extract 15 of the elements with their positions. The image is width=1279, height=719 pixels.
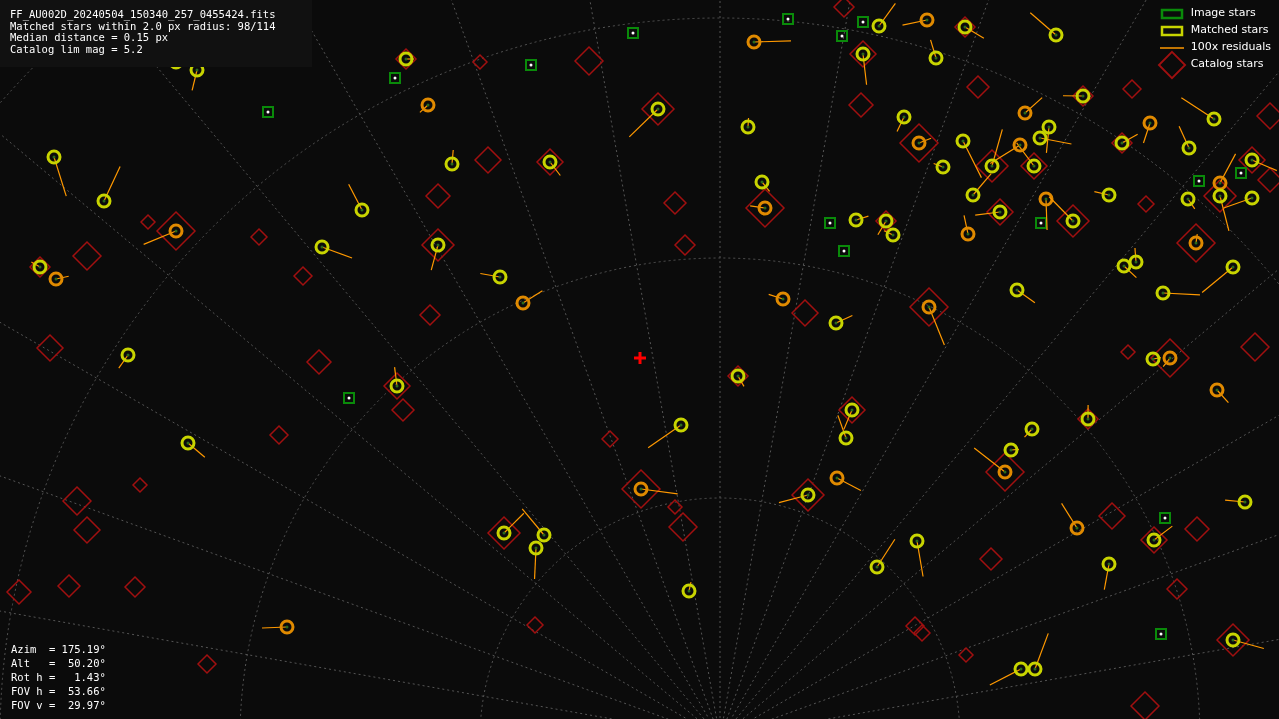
pointing-text: FOV h = 53.66° [11,684,106,698]
pointing-text: Rot h = 1.43° [11,670,106,684]
catalog-star-icon [1158,50,1185,79]
legend-label: 100x residuals [1190,39,1271,56]
legend-label: Matched stars [1190,22,1269,39]
pointing-text: Azim = 175.19° [11,642,106,656]
legend-label: Image stars [1190,5,1256,22]
pointing-text: FOV v = 29.97° [11,698,106,712]
file-info-text: FF_AU002D_20240504_150340_257_0455424.fits [10,9,277,21]
file-info-text: Median distance = 0.15 px [10,32,169,44]
file-info-text: Matched stars within 2.0 px radius: 98/114 [10,20,277,32]
file-info-text: Catalog lim mag = 5.2 [10,43,144,55]
pointing-text: Alt = 50.20° [11,656,106,670]
legend-label: Catalog stars [1190,56,1264,73]
residual-line-icon [1158,46,1185,49]
